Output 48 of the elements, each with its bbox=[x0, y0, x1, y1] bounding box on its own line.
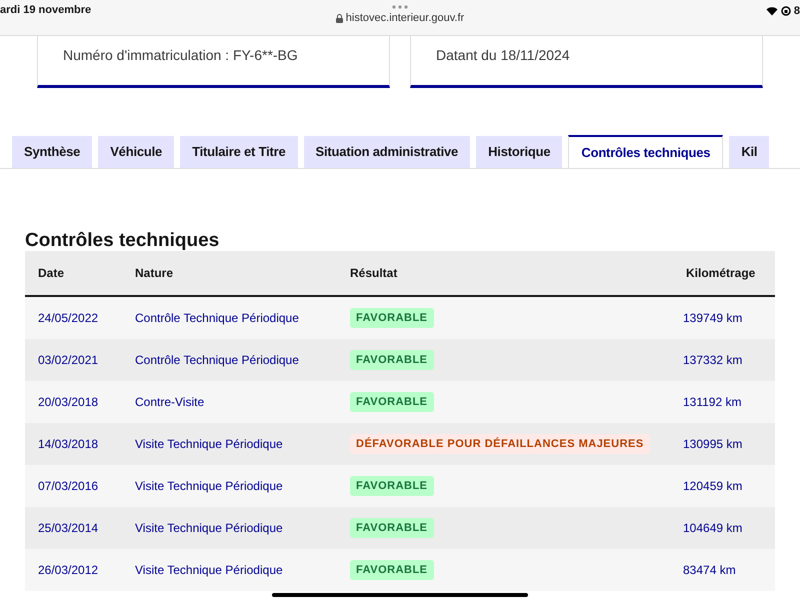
nature-cell-text: Visite Technique Périodique bbox=[134, 478, 284, 495]
date-cell-text: 20/03/2018 bbox=[37, 394, 100, 411]
card-text: Numéro d'immatriculation : FY-6**-BG bbox=[63, 47, 298, 63]
date-cell-text: 26/03/2012 bbox=[37, 562, 100, 579]
mileage-cell-text: 83474 km bbox=[682, 562, 737, 579]
tab[interactable]: Historique bbox=[476, 136, 562, 168]
tab[interactable]: Situation administrative bbox=[304, 136, 470, 168]
nature-cell-text: Visite Technique Périodique bbox=[134, 436, 284, 453]
tab[interactable]: Titulaire et Titre bbox=[180, 136, 298, 168]
result-badge: FAVORABLE bbox=[350, 350, 434, 370]
result-badge: FAVORABLE bbox=[350, 308, 434, 328]
column-header: Nature bbox=[134, 265, 174, 282]
date-cell-text: 24/05/2022 bbox=[37, 310, 100, 327]
nature-cell-text: Contrôle Technique Périodique bbox=[134, 310, 300, 327]
result-badge: FAVORABLE bbox=[350, 560, 434, 580]
date-cell-text: 03/02/2021 bbox=[37, 352, 100, 369]
mileage-cell-text: 130995 km bbox=[682, 436, 744, 453]
more-icon[interactable] bbox=[392, 5, 408, 9]
result-badge: FAVORABLE bbox=[350, 476, 434, 496]
date-cell-text: 25/03/2014 bbox=[37, 520, 100, 537]
mileage-cell-text: 131192 km bbox=[682, 394, 742, 411]
lock-icon bbox=[336, 14, 343, 23]
wifi-icon bbox=[766, 6, 778, 16]
result-badge: FAVORABLE bbox=[350, 518, 434, 538]
result-badge: DÉFAVORABLE POUR DÉFAILLANCES MAJEURES bbox=[350, 434, 650, 454]
tab[interactable]: Synthèse bbox=[12, 136, 92, 168]
status-date: ardi 19 novembre bbox=[0, 3, 92, 18]
date-cell-text: 14/03/2018 bbox=[37, 436, 100, 453]
mileage-cell-text: 137332 km bbox=[682, 352, 744, 369]
mileage-cell-text: 104649 km bbox=[682, 520, 744, 537]
tab[interactable]: Contrôles techniques bbox=[568, 135, 724, 168]
column-header: Date bbox=[37, 265, 66, 282]
tab[interactable]: Véhicule bbox=[98, 136, 174, 168]
section-title: Contrôles techniques bbox=[25, 229, 220, 253]
mileage-cell-text: 120459 km bbox=[682, 478, 744, 495]
battery-percent: 8 bbox=[794, 4, 800, 19]
nature-cell-text: Visite Technique Périodique bbox=[134, 520, 284, 537]
nature-cell-text: Contrôle Technique Périodique bbox=[134, 352, 300, 369]
card-text: Datant du 18/11/2024 bbox=[436, 47, 570, 63]
nature-cell-text: Contre-Visite bbox=[134, 394, 206, 411]
url-text[interactable]: histovec.interieur.gouv.fr bbox=[346, 10, 464, 26]
tab[interactable]: Kil bbox=[729, 136, 770, 168]
nature-cell-text: Visite Technique Périodique bbox=[134, 562, 284, 579]
column-header: Kilométrage bbox=[685, 265, 756, 282]
result-badge: FAVORABLE bbox=[350, 392, 434, 412]
mileage-cell-text: 139749 km bbox=[682, 310, 744, 327]
date-cell-text: 07/03/2016 bbox=[37, 478, 100, 495]
column-header: Résultat bbox=[349, 265, 398, 282]
